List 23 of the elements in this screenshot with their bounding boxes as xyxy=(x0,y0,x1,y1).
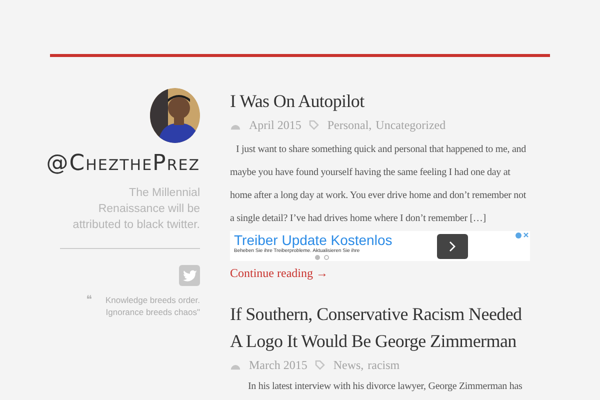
tag-icon xyxy=(315,360,326,370)
category-link[interactable]: racism xyxy=(368,357,400,373)
ad-next-button[interactable] xyxy=(437,234,468,258)
twitter-button[interactable] xyxy=(179,265,200,286)
category-link[interactable]: Personal, xyxy=(327,117,372,133)
category-link[interactable]: News, xyxy=(333,357,364,373)
post-date[interactable]: March 2015 xyxy=(249,357,308,373)
bird-icon xyxy=(182,270,196,282)
post-date[interactable]: April 2015 xyxy=(249,117,302,133)
sidebar-quote: Knowledge breeds order. Ignorance breeds chaos" xyxy=(104,294,200,318)
tag-icon xyxy=(309,120,320,130)
post-excerpt: I just want to share something quick and personal that happened to me, and maybe you have found yourself having the same feeling I had one day at home after a long day at work. You ever drive home and don’t remember not a single detail? I’ve had drives home where I don’t remember […] xyxy=(230,143,528,226)
continue-reading-link[interactable]: Continue reading → xyxy=(230,263,328,283)
ad-info-icon[interactable] xyxy=(515,232,529,239)
site-handle[interactable]: @ChezthePrez xyxy=(46,151,200,177)
post-excerpt: In his latest interview with his divorce lawyer, George Zimmerman has xyxy=(247,380,524,394)
category-link[interactable]: Uncategorized xyxy=(376,117,446,133)
quote-icon: ❝ xyxy=(86,294,92,318)
chevron-right-icon xyxy=(449,240,456,252)
ad-title: Treiber Update Kostenlos xyxy=(234,232,394,248)
post-title[interactable]: If Southern, Conservative Racism Needed A Logo It Would Be George Zimmerman xyxy=(230,301,530,355)
post-title[interactable]: I Was On Autopilot xyxy=(230,88,530,115)
site-tagline: The Millennial Renaissance will be attributed to black twitter. xyxy=(72,186,200,233)
